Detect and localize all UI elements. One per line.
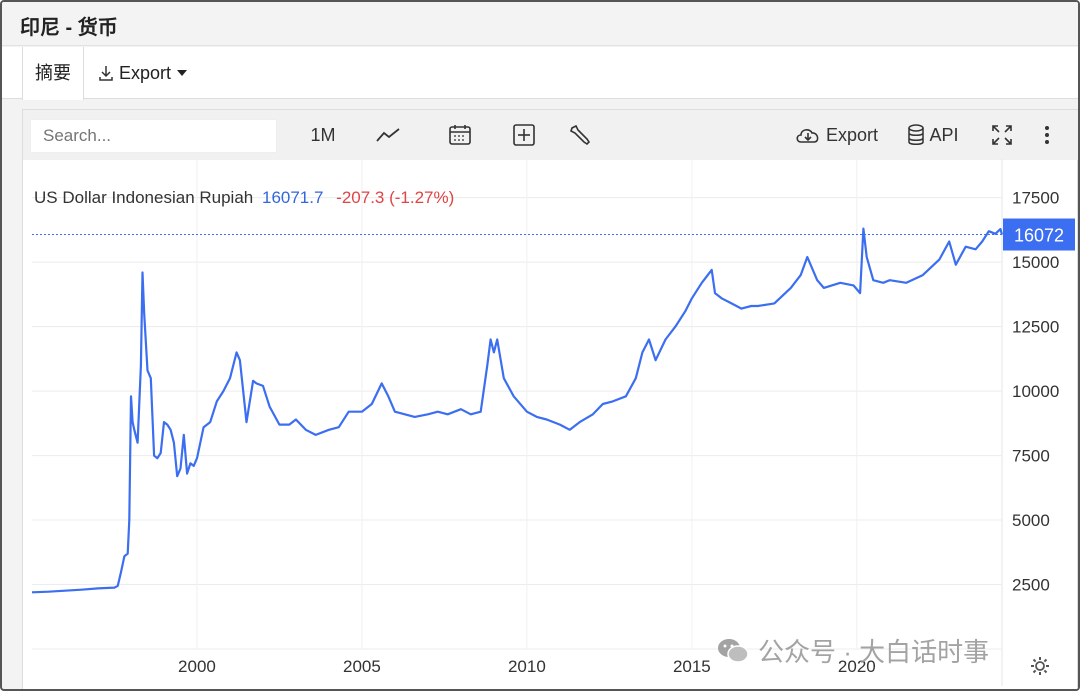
y-tick-label: 12500 — [1012, 318, 1059, 337]
x-tick-label: 2005 — [343, 657, 381, 676]
y-tick-label: 2500 — [1012, 576, 1050, 595]
last-value-label: 16072 — [1014, 226, 1064, 246]
y-tick-label: 15000 — [1012, 253, 1059, 272]
chart-header: US Dollar Indonesian Rupiah 16071.7 -207… — [34, 188, 454, 208]
last-value-badge: 16072 — [1003, 218, 1075, 251]
y-tick-label: 10000 — [1012, 382, 1059, 401]
y-tick-label: 17500 — [1012, 189, 1059, 208]
price-change: -207.3 (-1.27%) — [336, 188, 455, 207]
x-tick-label: 2010 — [508, 657, 546, 676]
x-tick-label: 2000 — [178, 657, 216, 676]
chart-grid — [32, 159, 1003, 686]
instrument-name: US Dollar Indonesian Rupiah — [34, 188, 254, 207]
app-window: 印尼 - 货币 摘要 Export 1M — [0, 0, 1080, 691]
gear-icon[interactable] — [1030, 656, 1050, 676]
x-tick-label: 2015 — [673, 657, 711, 676]
y-tick-label: 5000 — [1012, 511, 1050, 530]
wechat-icon — [718, 638, 749, 663]
line-chart[interactable]: 2000 2005 2010 2015 2020 2500500075001000012… — [2, 2, 1078, 689]
watermark-text: 公众号 · 大白话时事 — [758, 637, 990, 667]
watermark: 公众号 · 大白话时事 — [716, 632, 989, 669]
y-tick-label: 7500 — [1012, 447, 1050, 466]
last-price: 16071.7 — [261, 188, 324, 207]
